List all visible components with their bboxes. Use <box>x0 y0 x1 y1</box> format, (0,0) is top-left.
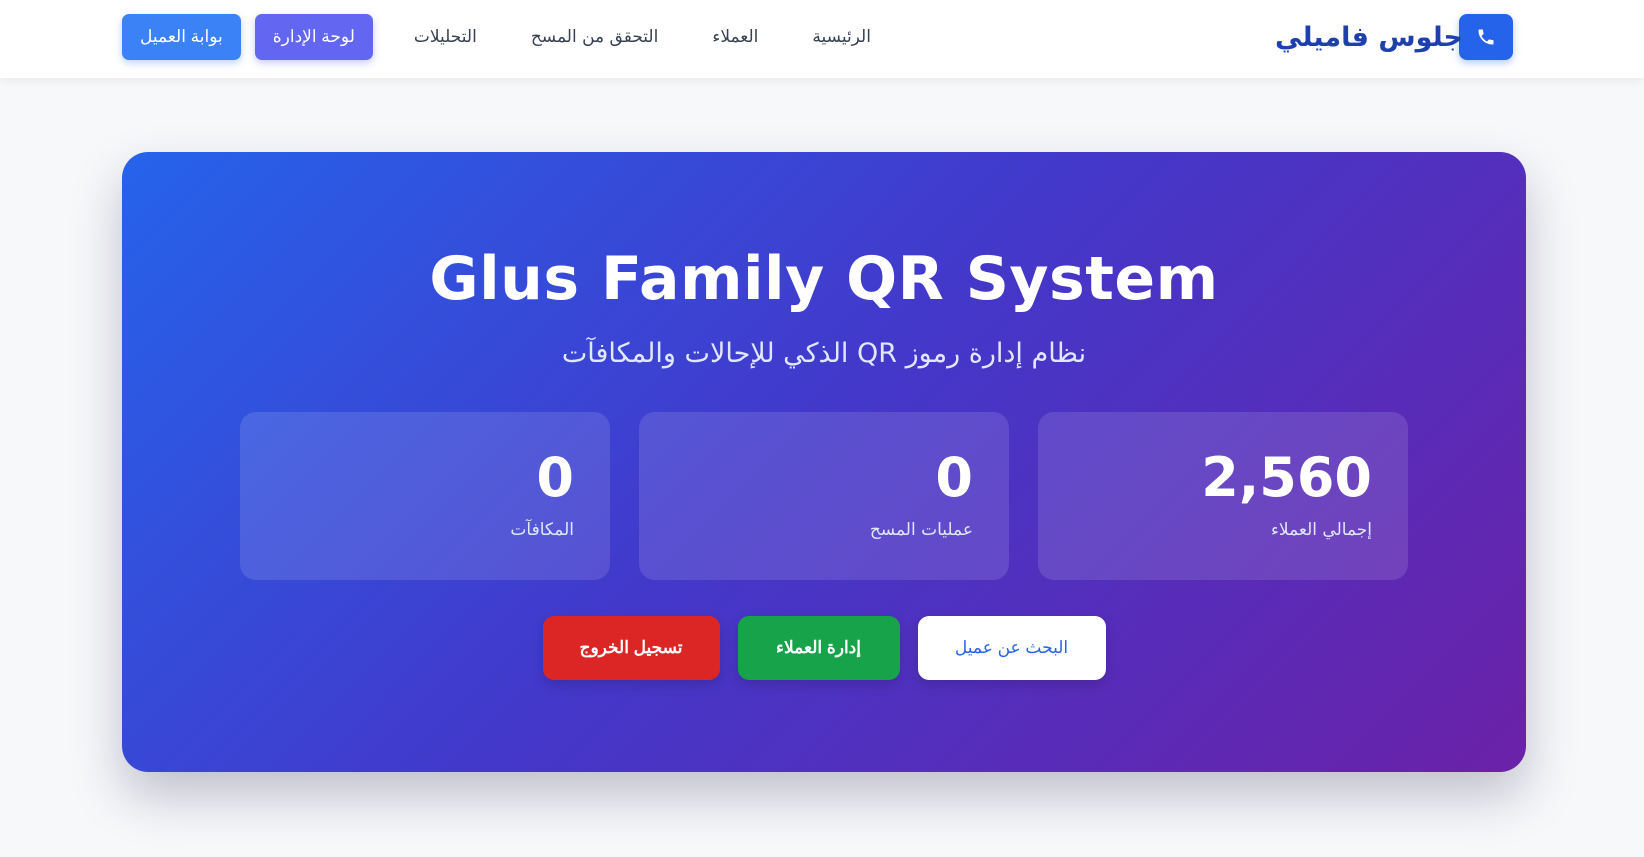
logout-button[interactable]: تسجيل الخروج <box>542 616 720 680</box>
hero-subtitle: نظام إدارة رموز QR الذكي للإحالات والمكا… <box>561 338 1087 369</box>
customer-portal-button[interactable]: بوابة العميل <box>122 14 241 60</box>
hero-actions: البحث عن عميل إدارة العملاء تسجيل الخروج <box>122 616 1526 680</box>
stat-value: 0 <box>536 446 574 509</box>
stat-value: 2,560 <box>1201 446 1372 509</box>
nav-link-customers[interactable]: العملاء <box>685 27 785 47</box>
stat-label: إجمالي العملاء <box>1270 520 1372 540</box>
phone-icon-glyph <box>1478 29 1494 45</box>
brand[interactable]: جلوس فاميلي <box>1275 14 1513 60</box>
stat-card-rewards: 0 المكافآت <box>240 412 610 580</box>
stat-value: 0 <box>935 446 973 509</box>
nav-link-home[interactable]: الرئيسية <box>785 27 898 47</box>
top-navbar: جلوس فاميلي الرئيسية العملاء التحقق من ا… <box>0 0 1644 78</box>
hero-card: Glus Family QR System نظام إدارة رموز QR… <box>122 152 1526 772</box>
admin-dashboard-button[interactable]: لوحة الإدارة <box>254 14 373 60</box>
nav-links: الرئيسية العملاء التحقق من المسح التحليل… <box>122 14 898 60</box>
stat-label: المكافآت <box>510 520 574 540</box>
stats-row: 2,560 إجمالي العملاء 0 عمليات المسح 0 ال… <box>240 412 1408 580</box>
nav-link-scan-verify[interactable]: التحقق من المسح <box>504 27 686 47</box>
phone-icon <box>1459 14 1513 60</box>
search-customer-button[interactable]: البحث عن عميل <box>917 616 1106 680</box>
nav-link-analytics[interactable]: التحليلات <box>387 27 504 47</box>
stat-card-scans: 0 عمليات المسح <box>639 412 1009 580</box>
manage-customers-button[interactable]: إدارة العملاء <box>737 616 900 680</box>
brand-name: جلوس فاميلي <box>1275 21 1463 53</box>
hero-title: Glus Family QR System <box>429 244 1219 314</box>
stat-label: عمليات المسح <box>869 520 973 540</box>
stat-card-total-customers: 2,560 إجمالي العملاء <box>1038 412 1408 580</box>
